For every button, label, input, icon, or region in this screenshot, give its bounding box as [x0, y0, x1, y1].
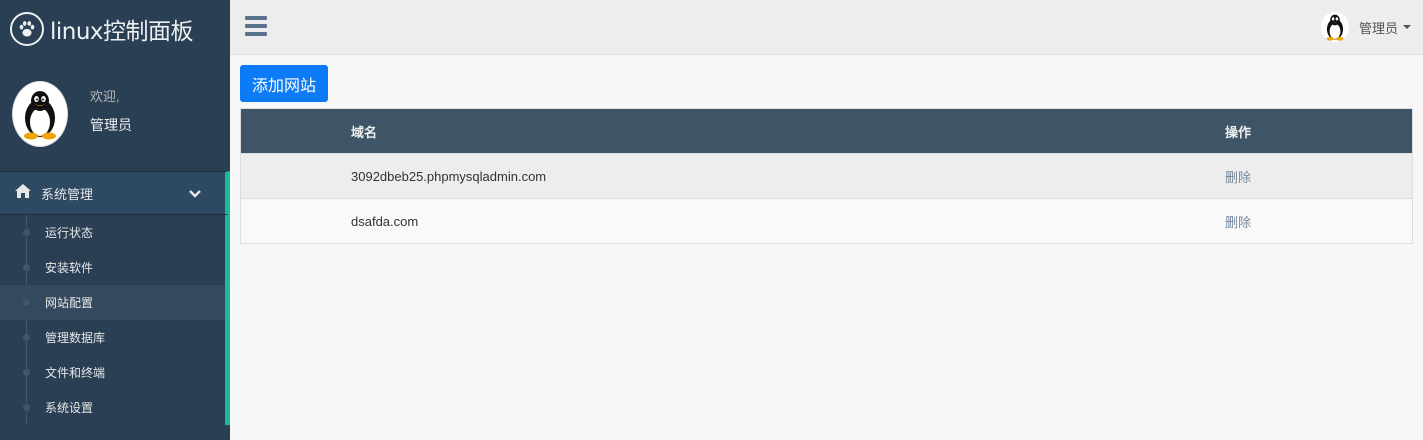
- sidebar-item-files[interactable]: 文件和终端: [0, 355, 225, 390]
- domain-cell: 3092dbeb25.phpmysqladmin.com: [351, 168, 547, 184]
- avatar: [12, 80, 68, 147]
- chevron-down-icon: [189, 186, 201, 204]
- table-row: 3092dbeb25.phpmysqladmin.com 删除: [241, 153, 1412, 198]
- penguin-icon: [24, 90, 56, 139]
- welcome-text: 欢迎,: [90, 89, 120, 104]
- sidebar-section-system[interactable]: 系统管理: [0, 171, 230, 215]
- bullet-icon: [23, 334, 30, 341]
- menu-toggle-icon[interactable]: [245, 16, 267, 36]
- sidebar-item-website[interactable]: 网站配置: [0, 285, 225, 320]
- sidebar-item-label: 网站配置: [45, 296, 94, 310]
- sidebar-item-label: 管理数据库: [45, 331, 106, 345]
- sidebar-item-status[interactable]: 运行状态: [0, 215, 225, 250]
- domain-cell: dsafda.com: [351, 213, 419, 229]
- user-menu[interactable]: 管理员: [1320, 12, 1411, 42]
- sidebar-item-label: 系统设置: [45, 401, 94, 415]
- user-name: 管理员: [1358, 20, 1398, 36]
- bullet-icon: [23, 264, 30, 271]
- delete-link[interactable]: 删除: [1225, 167, 1251, 186]
- add-website-button[interactable]: 添加网站: [240, 65, 329, 102]
- brand[interactable]: linux控制面板: [0, 0, 230, 57]
- avatar: [1320, 12, 1349, 42]
- sidebar-menu: 系统管理 运行状态 安装软件 网站配置 管理数据库 文件和终端 系统设置: [0, 171, 230, 425]
- websites-table: 域名 操作 3092dbeb25.phpmysqladmin.com 删除 ds…: [240, 108, 1413, 244]
- sidebar-item-label: 运行状态: [45, 226, 94, 240]
- sidebar-item-label: 安装软件: [45, 261, 94, 275]
- table-header: 域名 操作: [241, 109, 1412, 153]
- table-row: dsafda.com 删除: [241, 198, 1412, 243]
- sidebar-item-database[interactable]: 管理数据库: [0, 320, 225, 355]
- bullet-icon: [23, 369, 30, 376]
- bullet-icon: [23, 404, 30, 411]
- bullet-icon: [23, 229, 30, 236]
- app-title: linux控制面板: [50, 18, 194, 45]
- profile-name: 管理员: [90, 117, 132, 133]
- column-header-action: 操作: [1225, 124, 1252, 140]
- profile: 欢迎, 管理员: [0, 57, 230, 170]
- penguin-icon: [1326, 14, 1344, 41]
- sidebar-item-install[interactable]: 安装软件: [0, 250, 225, 285]
- caret-down-icon: [1403, 25, 1411, 29]
- column-header-domain: 域名: [351, 124, 378, 140]
- topbar: 管理员: [230, 0, 1423, 55]
- paw-icon: [10, 11, 44, 46]
- sidebar-section-label: 系统管理: [41, 186, 94, 202]
- sidebar-submenu: 运行状态 安装软件 网站配置 管理数据库 文件和终端 系统设置: [0, 215, 230, 425]
- home-icon: [15, 183, 31, 203]
- sidebar-item-label: 文件和终端: [45, 366, 106, 380]
- sidebar: linux控制面板 欢迎, 管理员 系统管理 运行状态 安装软件 网站配置 管理…: [0, 0, 230, 440]
- delete-link[interactable]: 删除: [1225, 212, 1251, 231]
- bullet-icon: [23, 299, 30, 306]
- sidebar-item-settings[interactable]: 系统设置: [0, 390, 225, 425]
